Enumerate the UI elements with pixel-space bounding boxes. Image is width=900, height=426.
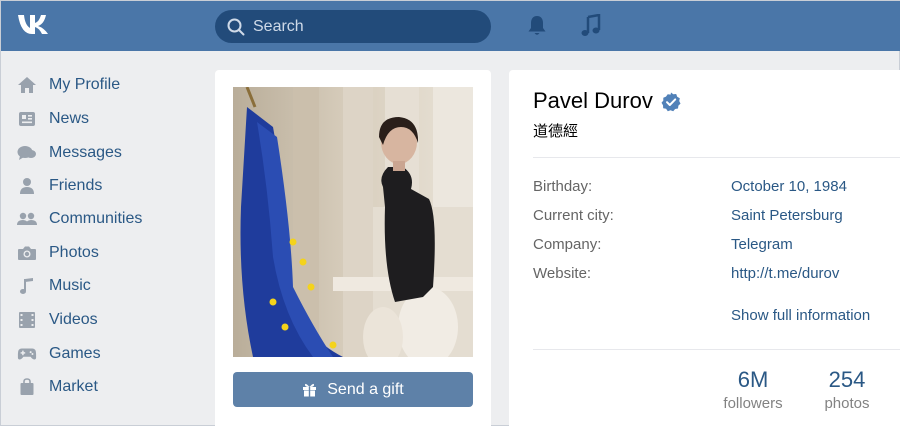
sidebar-item-label: News bbox=[49, 110, 90, 127]
sidebar-item-label: Music bbox=[49, 277, 91, 294]
company-value[interactable]: Telegram bbox=[731, 236, 793, 253]
city-label: Current city: bbox=[533, 207, 614, 224]
messages-icon bbox=[17, 143, 37, 163]
video-icon bbox=[17, 310, 37, 330]
sidebar-item-my-profile[interactable]: My Profile bbox=[1, 70, 201, 100]
photos-count: 254 bbox=[828, 367, 866, 392]
sidebar-item-label: Games bbox=[49, 345, 101, 362]
bell-icon[interactable] bbox=[525, 14, 549, 38]
sidebar-item-label: Messages bbox=[49, 144, 122, 161]
friends-icon bbox=[17, 176, 37, 196]
top-header bbox=[1, 1, 900, 51]
followers-count: 6M bbox=[737, 367, 769, 392]
sidebar-item-photos[interactable]: Photos bbox=[1, 238, 201, 268]
camera-icon bbox=[17, 243, 37, 263]
divider bbox=[533, 157, 900, 158]
show-full-info-link[interactable]: Show full information bbox=[731, 307, 870, 324]
sidebar-item-messages[interactable]: Messages bbox=[1, 138, 201, 168]
sidebar-item-news[interactable]: News bbox=[1, 104, 201, 134]
music-note-icon[interactable] bbox=[579, 13, 603, 38]
profile-photo-card: Send a gift bbox=[215, 70, 491, 426]
music-icon bbox=[17, 276, 37, 296]
divider bbox=[533, 349, 900, 350]
profile-name: Pavel Durov bbox=[533, 88, 653, 113]
sidebar-item-label: Market bbox=[49, 378, 98, 395]
sidebar-item-music[interactable]: Music bbox=[1, 271, 201, 301]
bag-icon bbox=[17, 377, 37, 397]
birthday-label: Birthday: bbox=[533, 178, 593, 195]
search-icon bbox=[227, 18, 245, 35]
send-gift-button[interactable]: Send a gift bbox=[233, 372, 473, 407]
website-label: Website: bbox=[533, 265, 592, 282]
sidebar-item-market[interactable]: Market bbox=[1, 372, 201, 402]
profile-photo[interactable] bbox=[233, 87, 473, 357]
verified-badge-icon[interactable] bbox=[661, 92, 681, 112]
sidebar-item-games[interactable]: Games bbox=[1, 339, 201, 369]
sidebar-item-label: Friends bbox=[49, 177, 103, 194]
sidebar-item-videos[interactable]: Videos bbox=[1, 305, 201, 335]
gift-icon bbox=[303, 383, 317, 397]
followers-caption: followers bbox=[723, 395, 783, 412]
vk-logo[interactable] bbox=[17, 12, 57, 40]
sidebar-item-communities[interactable]: Communities bbox=[1, 204, 201, 234]
profile-status: 道德經 bbox=[533, 122, 579, 140]
send-gift-label: Send a gift bbox=[327, 380, 404, 398]
city-value[interactable]: Saint Petersburg bbox=[731, 207, 843, 224]
home-icon bbox=[17, 75, 37, 95]
gamepad-icon bbox=[17, 344, 37, 364]
sidebar-item-label: Communities bbox=[49, 210, 143, 227]
photos-caption: photos bbox=[824, 395, 870, 412]
communities-icon bbox=[17, 209, 37, 229]
followers-stat[interactable]: 6M followers bbox=[715, 367, 791, 412]
website-link[interactable]: http://t.me/durov bbox=[731, 265, 839, 282]
sidebar-item-friends[interactable]: Friends bbox=[1, 171, 201, 201]
birthday-value[interactable]: October 10, 1984 bbox=[731, 178, 847, 195]
profile-info-card: Pavel Durov 道德經 Birthday: October 10, 19… bbox=[509, 70, 900, 426]
search-box[interactable] bbox=[215, 10, 491, 43]
sidebar-item-label: Photos bbox=[49, 244, 99, 261]
search-input[interactable] bbox=[253, 17, 473, 36]
sidebar-item-label: My Profile bbox=[49, 76, 121, 93]
company-label: Company: bbox=[533, 236, 602, 253]
news-icon bbox=[17, 109, 37, 129]
photos-stat[interactable]: 254 photos bbox=[813, 367, 881, 412]
sidebar-item-label: Videos bbox=[49, 311, 98, 328]
